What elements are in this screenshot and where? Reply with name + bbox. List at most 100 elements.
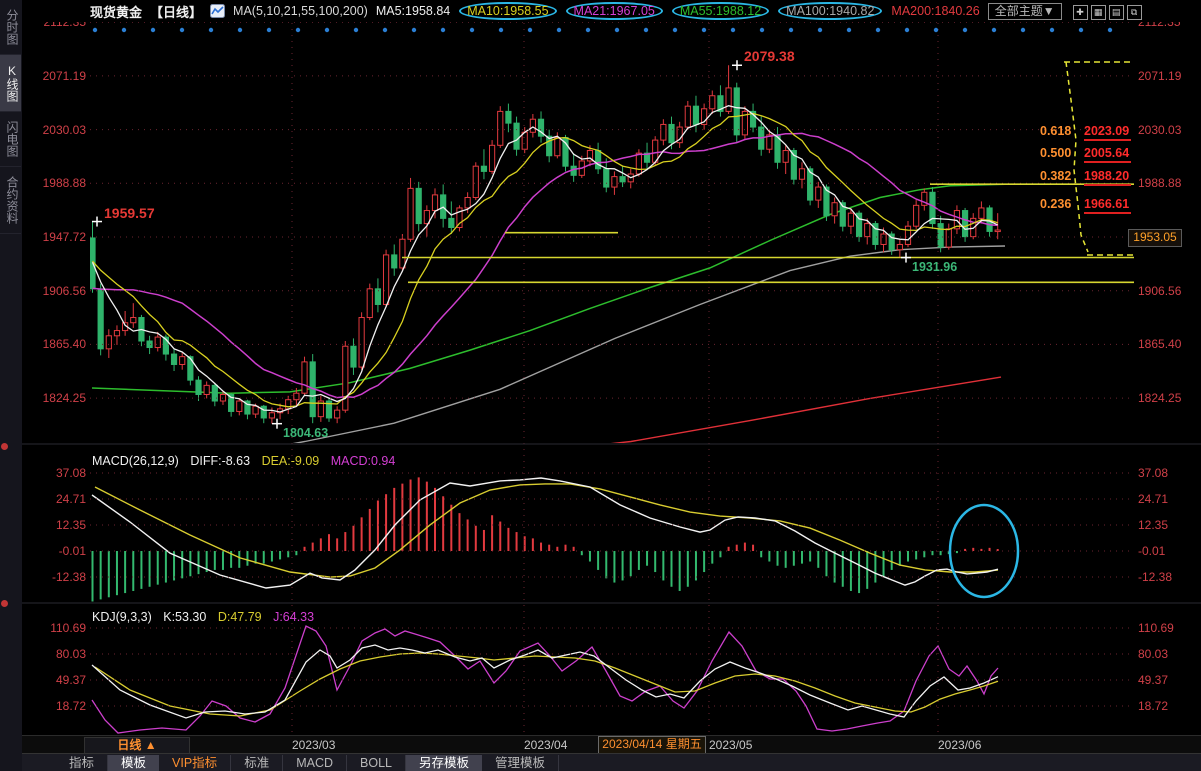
candle-body (400, 239, 405, 268)
event-dot (151, 28, 155, 32)
bottom-tab-VIP指标[interactable]: VIP指标 (159, 755, 231, 771)
candle-body (449, 218, 454, 227)
candle-body (106, 336, 111, 349)
candle-body (489, 145, 494, 171)
indicator-pane-icon[interactable]: ▤ (1109, 5, 1124, 20)
current-price-tag: 1953.05 (1128, 229, 1182, 247)
candle-body (938, 224, 943, 247)
event-dot (963, 28, 967, 32)
candle-body (212, 385, 217, 401)
bottom-tab-指标[interactable]: 指标 (56, 755, 108, 771)
candle-body (343, 346, 348, 410)
candle-body (147, 341, 152, 348)
candle-body (392, 255, 397, 268)
candle-body (604, 169, 609, 187)
pane-layout-icon[interactable]: ▦ (1091, 5, 1106, 20)
sidebar-tab-合约资料[interactable]: 合约资料 (0, 167, 21, 234)
detach-window-icon[interactable]: ⧉ (1127, 5, 1142, 20)
chart-line (1066, 62, 1088, 252)
chart-canvas[interactable] (0, 0, 1201, 771)
ma-value-label: MA55:1988.12 (672, 2, 769, 20)
candle-body (155, 337, 160, 347)
all-themes-button[interactable]: 全部主题▼ (988, 3, 1062, 20)
event-dot (180, 28, 184, 32)
candle-body (335, 410, 340, 418)
pane-splitter-handle[interactable] (1, 443, 8, 450)
crosshair-date-label: 2023/04/14 星期五 (598, 736, 706, 754)
ma-value-label: MA200:1840.26 (891, 4, 979, 18)
candle-body (897, 244, 902, 249)
candle-body (734, 88, 739, 135)
bottom-tab-BOLL[interactable]: BOLL (347, 755, 406, 771)
bottom-tab-MACD[interactable]: MACD (283, 755, 347, 771)
event-dot (615, 28, 619, 32)
event-dot (1079, 28, 1083, 32)
sidebar-tab-分时图[interactable]: 分时图 (0, 0, 21, 55)
ma-value-label: MA100:1940.82 (778, 2, 882, 20)
event-dot (441, 28, 445, 32)
toolbar-icons: ✚▦▤⧉ (1070, 3, 1142, 20)
bottom-tab-bar: 指标模板VIP指标标准MACDBOLL另存模板管理模板 (22, 753, 1201, 771)
event-dot (93, 28, 97, 32)
ma-values: MA5:1958.84MA10:1958.55MA21:1967.05MA55:… (376, 2, 980, 20)
candle-body (498, 111, 503, 145)
crosshair-icon[interactable]: ✚ (1073, 5, 1088, 20)
event-dot (702, 28, 706, 32)
event-dot (789, 28, 793, 32)
sidebar-tab-闪电图[interactable]: 闪电图 (0, 112, 21, 167)
candle-body (359, 318, 364, 368)
sidebar-tab-K线图[interactable]: K线图 (0, 55, 21, 112)
event-dot (586, 28, 590, 32)
candle-body (375, 289, 380, 305)
candle-body (180, 357, 185, 365)
candle-body (620, 177, 625, 182)
ma-value-label: MA21:1967.05 (566, 2, 663, 20)
chart-line (92, 478, 998, 588)
event-dot (731, 28, 735, 32)
kdj-name: KDJ(9,3,3) (92, 610, 152, 624)
macd-name: MACD(26,12,9) (92, 454, 179, 468)
date-axis-label: 2023/05 (709, 738, 752, 752)
event-dot (557, 28, 561, 32)
candle-body (294, 393, 299, 400)
event-dot (673, 28, 677, 32)
candle-body (865, 224, 870, 237)
macd-macd: MACD:0.94 (331, 454, 396, 468)
period-selector[interactable]: 日线 ▲ (84, 737, 190, 754)
candle-body (171, 354, 176, 364)
bottom-tab-另存模板[interactable]: 另存模板 (406, 755, 482, 771)
ma-value-label: MA5:1958.84 (376, 4, 450, 18)
candle-body (816, 187, 821, 200)
event-dot (760, 28, 764, 32)
candle-body (661, 124, 666, 140)
bottom-tab-标准[interactable]: 标准 (231, 755, 283, 771)
event-dot (325, 28, 329, 32)
candle-body (269, 413, 274, 418)
candle-body (383, 255, 388, 305)
candle-body (408, 188, 413, 239)
candle-body (351, 346, 356, 367)
event-dot (644, 28, 648, 32)
event-dot (1021, 28, 1025, 32)
candle-body (302, 362, 307, 393)
pane-splitter-handle[interactable] (1, 600, 8, 607)
event-dot (934, 28, 938, 32)
bottom-tab-管理模板[interactable]: 管理模板 (482, 755, 559, 771)
bottom-tab-模板[interactable]: 模板 (108, 755, 159, 771)
event-dot (818, 28, 822, 32)
event-dot (296, 28, 300, 32)
candle-body (946, 229, 951, 247)
candle-body (530, 119, 535, 132)
event-dot (238, 28, 242, 32)
left-sidebar: 分时图K线图闪电图合约资料 (0, 0, 22, 771)
macd-diff: DIFF:-8.63 (190, 454, 250, 468)
event-dot (992, 28, 996, 32)
candle-body (848, 213, 853, 226)
candle-body (367, 289, 372, 318)
top-bar: 现货黄金 【日线】 MA(5,10,21,55,100,200) MA5:195… (22, 0, 1201, 22)
event-dot (499, 28, 503, 32)
candle-body (832, 203, 837, 216)
candle-body (669, 124, 674, 142)
candle-body (432, 195, 437, 211)
candle-body (962, 211, 967, 237)
